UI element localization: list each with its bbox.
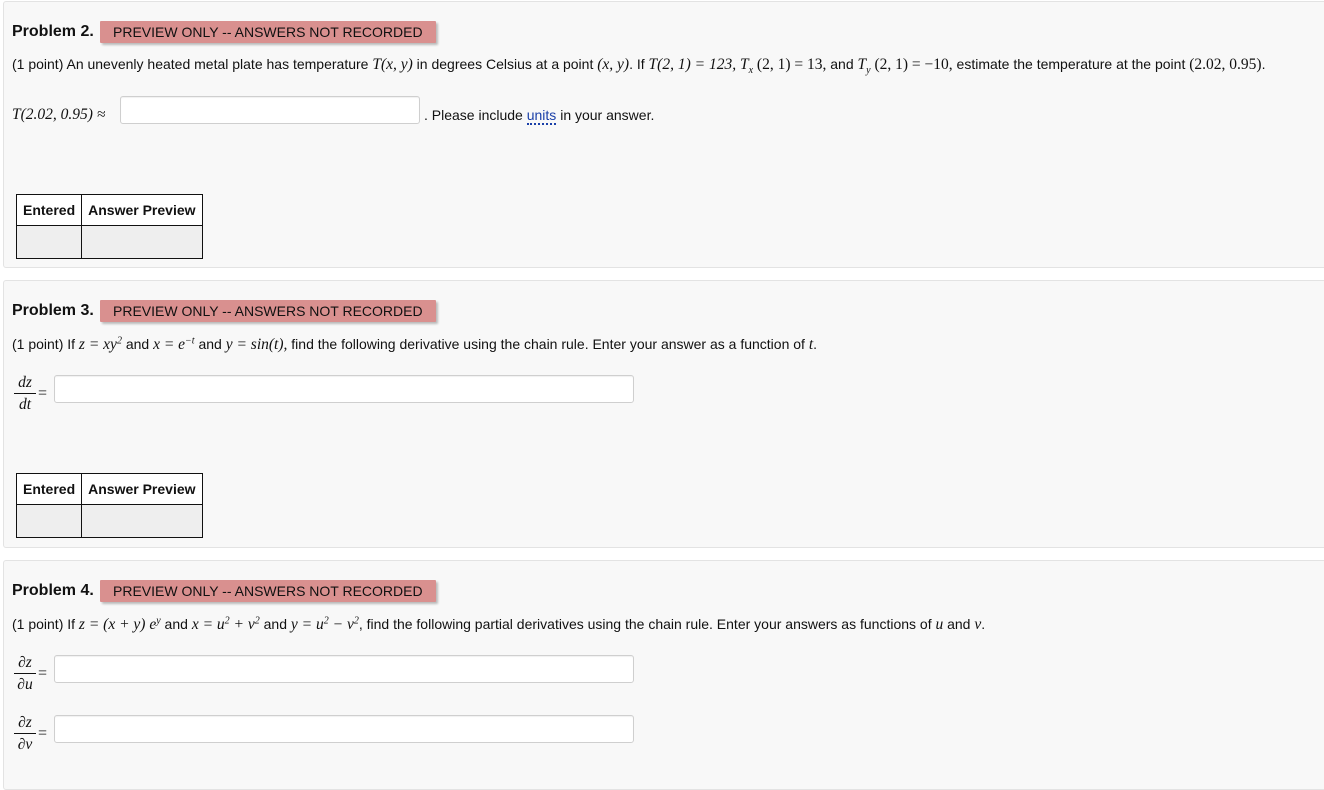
problem-2-title: Problem 2. <box>12 23 94 40</box>
equals-sign: = <box>38 665 48 682</box>
problem-2-preview-table: Entered Answer Preview <box>15 194 203 259</box>
problem-2-panel: Problem 2. PREVIEW ONLY -- ANSWERS NOT R… <box>3 1 1324 268</box>
entered-cell <box>15 225 83 259</box>
problem-2-statement: (1 point) An unevenly heated metal plate… <box>12 56 1266 76</box>
problem-4-answer-input-u[interactable] <box>54 655 634 683</box>
problem-2-units-note: . Please include units in your answer. <box>424 107 655 125</box>
answer-preview-cell <box>81 504 203 538</box>
answer-preview-header: Answer Preview <box>81 194 203 226</box>
equals-sign: = <box>38 725 48 742</box>
entered-cell <box>15 504 83 538</box>
dz-du-fraction: ∂z ∂u <box>14 654 36 693</box>
preview-only-badge: PREVIEW ONLY -- ANSWERS NOT RECORDED <box>100 21 436 43</box>
problem-2-answer-label: T(2.02, 0.95) ≈ <box>12 106 106 123</box>
problem-2-answer-input[interactable] <box>120 96 420 124</box>
problem-4-title: Problem 4. <box>12 582 94 599</box>
problem-4-statement: (1 point) If z = (x + y) ey and x = u2 +… <box>12 615 986 633</box>
preview-only-badge: PREVIEW ONLY -- ANSWERS NOT RECORDED <box>100 300 436 322</box>
answer-preview-cell <box>81 225 203 259</box>
problem-3-preview-table: Entered Answer Preview <box>15 473 203 538</box>
problem-4-panel: Problem 4. PREVIEW ONLY -- ANSWERS NOT R… <box>3 560 1324 790</box>
dz-dv-fraction: ∂z ∂v <box>14 714 36 753</box>
problem-3-title: Problem 3. <box>12 302 94 319</box>
entered-header: Entered <box>15 194 83 226</box>
preview-only-badge: PREVIEW ONLY -- ANSWERS NOT RECORDED <box>100 580 436 602</box>
problem-3-panel: Problem 3. PREVIEW ONLY -- ANSWERS NOT R… <box>3 280 1324 548</box>
equals-sign: = <box>38 385 48 402</box>
problem-3-statement: (1 point) If z = xy2 and x = e−t and y =… <box>12 335 818 353</box>
entered-header: Entered <box>15 473 83 505</box>
units-help-link[interactable]: units <box>526 107 557 125</box>
dz-dt-fraction: dz dt <box>14 374 36 413</box>
problem-3-answer-input[interactable] <box>54 375 634 403</box>
answer-preview-header: Answer Preview <box>81 473 203 505</box>
problem-4-answer-input-v[interactable] <box>54 715 634 743</box>
